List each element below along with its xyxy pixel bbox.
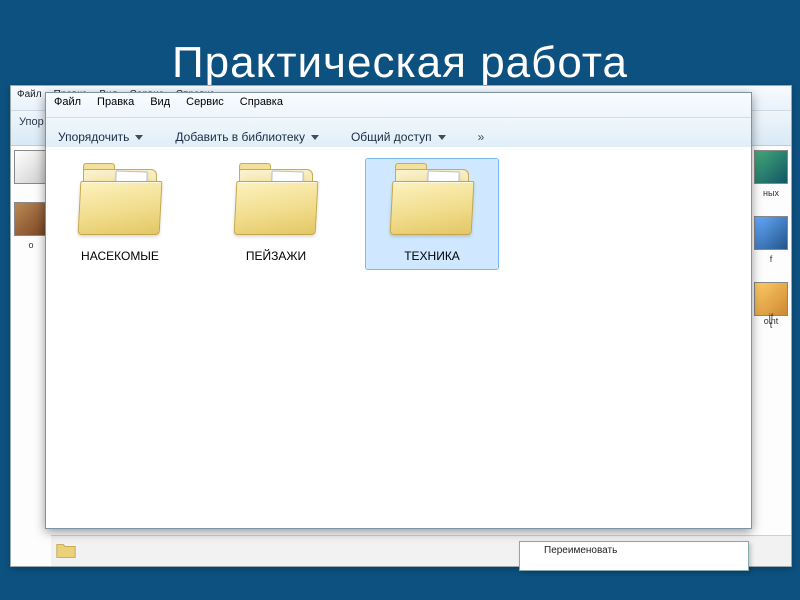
menu-file[interactable]: Файл <box>54 96 81 114</box>
explorer-window: Файл Правка Вид Сервис Справка Упорядочи… <box>45 92 752 529</box>
menu-help[interactable]: Справка <box>240 96 283 114</box>
add-to-library-button[interactable]: Добавить в библиотеку <box>175 130 319 144</box>
folder-pane[interactable]: НАСЕКОМЫЕ ПЕЙЗАЖИ ТЕХНИКА <box>46 147 751 528</box>
bg-folder-icon <box>55 540 77 562</box>
menubar: Файл Правка Вид Сервис Справка <box>46 93 751 118</box>
bg-thumb <box>754 282 788 316</box>
organize-label: Упорядочить <box>58 130 129 144</box>
bg-thumb <box>754 216 788 250</box>
share-button[interactable]: Общий доступ <box>351 130 446 144</box>
menu-view[interactable]: Вид <box>150 96 170 114</box>
bg-thumb <box>14 202 48 236</box>
folder-item[interactable]: ПЕЙЗАЖИ <box>210 159 342 269</box>
folder-item[interactable]: НАСЕКОМЫЕ <box>54 159 186 269</box>
more-button[interactable]: » <box>478 130 485 144</box>
menu-tools[interactable]: Сервис <box>186 96 224 114</box>
share-label: Общий доступ <box>351 130 432 144</box>
folder-label: НАСЕКОМЫЕ <box>56 249 184 263</box>
bg-label: ных <box>751 188 791 198</box>
folder-icon <box>387 163 477 243</box>
bg-thumb <box>14 150 48 184</box>
folder-label: ПЕЙЗАЖИ <box>212 249 340 263</box>
folder-icon <box>231 163 321 243</box>
folder-item-selected[interactable]: ТЕХНИКА <box>366 159 498 269</box>
add-library-label: Добавить в библиотеку <box>175 130 305 144</box>
slide-title: Практическая работа <box>0 38 800 88</box>
chevron-down-icon <box>135 135 143 140</box>
bg-thumb <box>754 150 788 184</box>
menu-edit[interactable]: Правка <box>97 96 134 114</box>
chevron-down-icon <box>438 135 446 140</box>
organize-button[interactable]: Упорядочить <box>58 130 143 144</box>
context-menu-item-rename[interactable]: Переименовать <box>519 541 749 571</box>
folder-label: ТЕХНИКА <box>368 249 496 263</box>
chevron-down-icon <box>311 135 319 140</box>
bg-right-strip: ных f t oint if <box>751 132 791 566</box>
bg-menu-file: Файл <box>17 89 42 107</box>
bg-label: if <box>751 312 791 322</box>
bg-label: f <box>751 254 791 264</box>
folder-icon <box>75 163 165 243</box>
